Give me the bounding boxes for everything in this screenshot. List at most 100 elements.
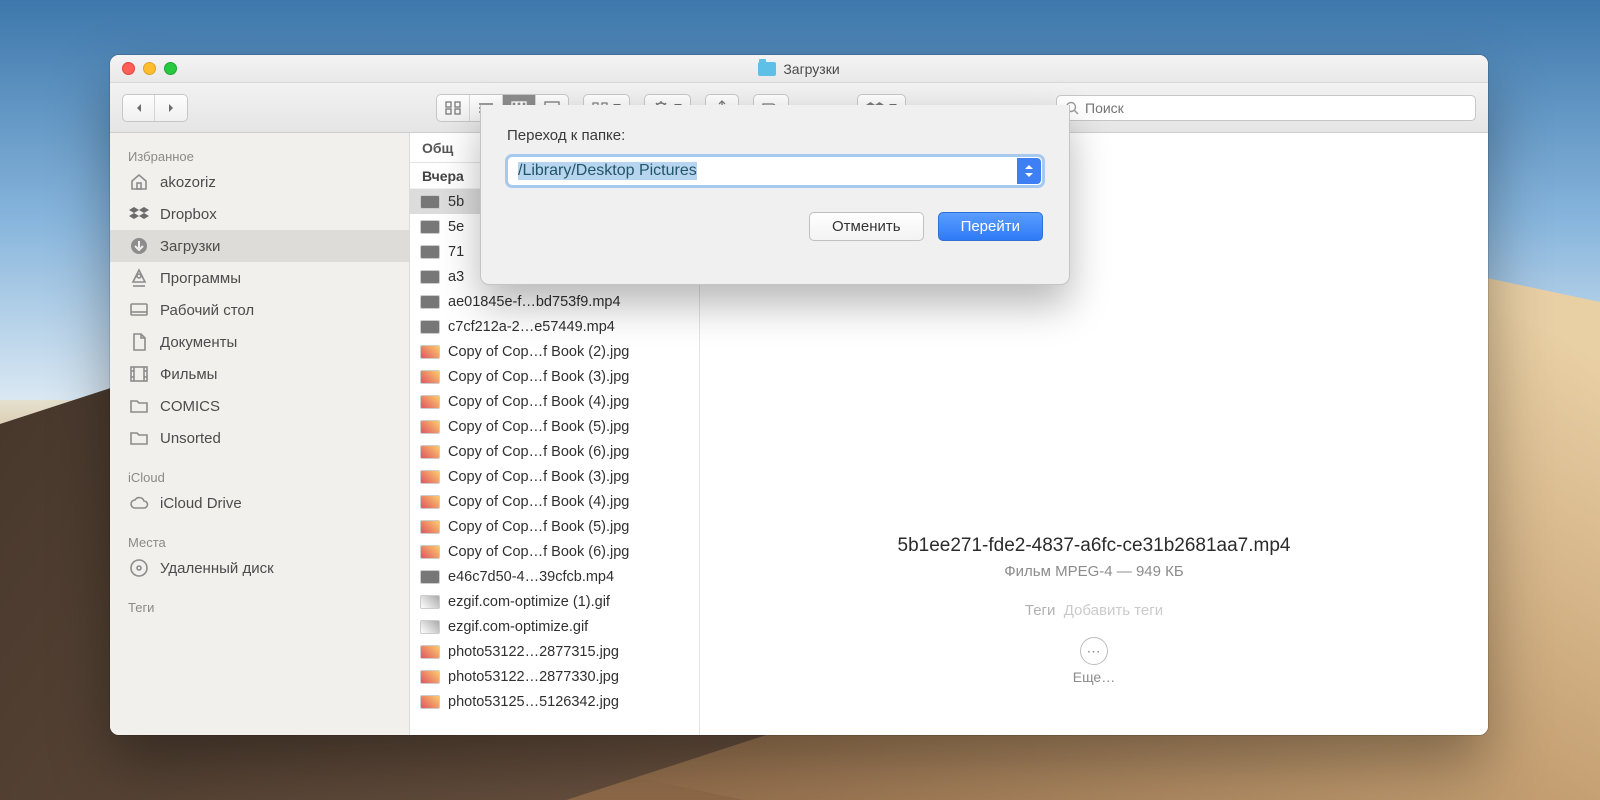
file-row[interactable]: photo53125…5126342.jpg	[410, 689, 699, 714]
file-name: photo53122…2877315.jpg	[448, 644, 619, 660]
file-row[interactable]: Copy of Cop…f Book (4).jpg	[410, 489, 699, 514]
file-thumbnail-icon	[420, 445, 440, 459]
file-row[interactable]: Copy of Cop…f Book (2).jpg	[410, 339, 699, 364]
back-button[interactable]	[123, 95, 155, 121]
file-name: Copy of Cop…f Book (4).jpg	[448, 394, 629, 410]
file-name: a3	[448, 269, 464, 285]
cancel-button[interactable]: Отменить	[809, 212, 924, 241]
sidebar-section-locations: Места	[110, 529, 409, 552]
sidebar-item-label: Загрузки	[160, 238, 220, 255]
preview-tags-row[interactable]: Теги Добавить теги	[898, 602, 1291, 619]
combo-dropdown-button[interactable]	[1017, 158, 1041, 184]
sidebar-section-favorites: Избранное	[110, 143, 409, 166]
go-button[interactable]: Перейти	[938, 212, 1043, 241]
sidebar-item-home[interactable]: akozoriz	[110, 166, 409, 198]
sidebar-item-dropbox[interactable]: Dropbox	[110, 198, 409, 230]
folder-icon	[128, 427, 150, 449]
sidebar-item-label: Unsorted	[160, 430, 221, 447]
file-thumbnail-icon	[420, 470, 440, 484]
sidebar-item-apps[interactable]: Программы	[110, 262, 409, 294]
file-name: Copy of Cop…f Book (5).jpg	[448, 519, 629, 535]
icon-view-button[interactable]	[437, 95, 470, 121]
file-name: 5b	[448, 194, 464, 210]
file-thumbnail-icon	[420, 345, 440, 359]
file-name: photo53125…5126342.jpg	[448, 694, 619, 710]
minimize-button[interactable]	[143, 62, 156, 75]
sidebar-item-icloud[interactable]: iCloud Drive	[110, 487, 409, 519]
preview-filename: 5b1ee271-fde2-4837-a6fc-ce31b2681aa7.mp4	[898, 535, 1291, 557]
file-row[interactable]: ezgif.com-optimize (1).gif	[410, 589, 699, 614]
sidebar-item-folder[interactable]: COMICS	[110, 390, 409, 422]
sheet-label: Переход к папке:	[507, 127, 1043, 144]
file-row[interactable]: photo53122…2877330.jpg	[410, 664, 699, 689]
file-row[interactable]: Copy of Cop…f Book (6).jpg	[410, 539, 699, 564]
forward-button[interactable]	[155, 95, 187, 121]
file-row[interactable]: Copy of Cop…f Book (3).jpg	[410, 464, 699, 489]
file-thumbnail-icon	[420, 595, 440, 609]
file-thumbnail-icon	[420, 195, 440, 209]
sidebar-item-label: Удаленный диск	[160, 560, 274, 577]
window-title: Загрузки	[758, 61, 839, 77]
file-thumbnail-icon	[420, 620, 440, 634]
movies-icon	[128, 363, 150, 385]
file-name: Copy of Cop…f Book (5).jpg	[448, 419, 629, 435]
folder-icon	[128, 395, 150, 417]
file-thumbnail-icon	[420, 570, 440, 584]
file-name: ezgif.com-optimize (1).gif	[448, 594, 610, 610]
file-name: photo53122…2877330.jpg	[448, 669, 619, 685]
sidebar-item-documents[interactable]: Документы	[110, 326, 409, 358]
documents-icon	[128, 331, 150, 353]
file-row[interactable]: Copy of Cop…f Book (4).jpg	[410, 389, 699, 414]
apps-icon	[128, 267, 150, 289]
window-title-text: Загрузки	[783, 61, 839, 77]
sidebar-section-tags: Теги	[110, 594, 409, 617]
file-row[interactable]: Copy of Cop…f Book (5).jpg	[410, 414, 699, 439]
nav-buttons	[122, 94, 188, 122]
zoom-button[interactable]	[164, 62, 177, 75]
file-row[interactable]: Copy of Cop…f Book (6).jpg	[410, 439, 699, 464]
close-button[interactable]	[122, 62, 135, 75]
file-name: ezgif.com-optimize.gif	[448, 619, 588, 635]
icloud-icon	[128, 492, 150, 514]
file-thumbnail-icon	[420, 295, 440, 309]
sidebar-item-desktop[interactable]: Рабочий стол	[110, 294, 409, 326]
file-thumbnail-icon	[420, 420, 440, 434]
preview-subtitle: Фильм MPEG-4 — 949 КБ	[898, 563, 1291, 580]
file-thumbnail-icon	[420, 320, 440, 334]
sidebar-item-label: Dropbox	[160, 206, 217, 223]
sidebar-item-disc[interactable]: Удаленный диск	[110, 552, 409, 584]
file-thumbnail-icon	[420, 370, 440, 384]
file-row[interactable]: c7cf212a-2…e57449.mp4	[410, 314, 699, 339]
file-thumbnail-icon	[420, 245, 440, 259]
sidebar-item-label: akozoriz	[160, 174, 216, 191]
sidebar-item-download[interactable]: Загрузки	[110, 230, 409, 262]
file-row[interactable]: e46c7d50-4…39cfcb.mp4	[410, 564, 699, 589]
search-field[interactable]	[1056, 95, 1476, 121]
file-thumbnail-icon	[420, 670, 440, 684]
titlebar: Загрузки	[110, 55, 1488, 83]
file-name: Copy of Cop…f Book (2).jpg	[448, 344, 629, 360]
file-thumbnail-icon	[420, 520, 440, 534]
file-row[interactable]: Copy of Cop…f Book (3).jpg	[410, 364, 699, 389]
sidebar-item-movies[interactable]: Фильмы	[110, 358, 409, 390]
file-name: Copy of Cop…f Book (6).jpg	[448, 544, 629, 560]
file-thumbnail-icon	[420, 220, 440, 234]
sidebar-item-label: Рабочий стол	[160, 302, 254, 319]
file-row[interactable]: photo53122…2877315.jpg	[410, 639, 699, 664]
sidebar-item-folder[interactable]: Unsorted	[110, 422, 409, 454]
go-to-folder-sheet: Переход к папке: Отменить Перейти	[480, 105, 1070, 285]
go-to-folder-input[interactable]	[507, 156, 1043, 186]
file-thumbnail-icon	[420, 645, 440, 659]
file-row[interactable]: Copy of Cop…f Book (5).jpg	[410, 514, 699, 539]
file-name: Copy of Cop…f Book (3).jpg	[448, 469, 629, 485]
file-thumbnail-icon	[420, 695, 440, 709]
search-input[interactable]	[1085, 100, 1467, 116]
file-row[interactable]: ae01845e-f…bd753f9.mp4	[410, 289, 699, 314]
sidebar-section-icloud: iCloud	[110, 464, 409, 487]
preview-more[interactable]: ⋯ Еще…	[898, 637, 1291, 685]
file-name: Copy of Cop…f Book (3).jpg	[448, 369, 629, 385]
desktop-icon	[128, 299, 150, 321]
file-row[interactable]: ezgif.com-optimize.gif	[410, 614, 699, 639]
sidebar-item-label: COMICS	[160, 398, 220, 415]
sidebar-item-label: Фильмы	[160, 366, 217, 383]
